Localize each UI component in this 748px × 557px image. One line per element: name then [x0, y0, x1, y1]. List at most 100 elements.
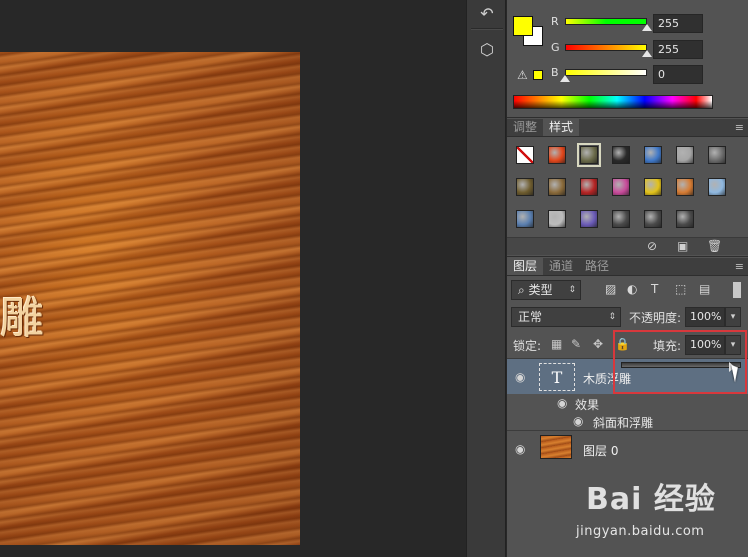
highlight-annotation-box: [613, 330, 747, 394]
clear-style-icon[interactable]: ⊘: [647, 239, 657, 253]
pattern-style-swatch[interactable]: [541, 203, 573, 235]
chevron-updown-icon: ⇕: [568, 285, 576, 295]
bevel-emboss-effect-row[interactable]: ◉ 斜面和浮雕: [507, 412, 748, 431]
purple-glow-style-swatch[interactable]: [573, 203, 605, 235]
effect-name: 斜面和浮雕: [593, 416, 654, 430]
gamut-correction-swatch[interactable]: [533, 70, 543, 80]
layer-effects-row[interactable]: ◉ 效果: [507, 394, 748, 413]
color-panel: R 255 G 255 B 0 ⚠: [507, 0, 748, 118]
red-style-swatch[interactable]: [573, 171, 605, 203]
blue-glass-style-swatch[interactable]: [637, 139, 669, 171]
tab-paths[interactable]: 路径: [579, 258, 615, 275]
lock-image-brush-icon[interactable]: ✎: [571, 337, 581, 351]
landscape-style-swatch[interactable]: [509, 203, 541, 235]
style-swatch-chip: [548, 178, 566, 196]
watermark-logo: Bai 经验: [586, 482, 716, 517]
layer-filter-row: ⌕ 类型 ⇕ ▨ ◐ T ⬚ ▤: [507, 278, 748, 304]
tab-layers[interactable]: 图层: [507, 258, 544, 275]
gray-style-swatch[interactable]: [669, 139, 701, 171]
olive-style-swatch[interactable]: [509, 171, 541, 203]
red-value-field[interactable]: 255: [653, 14, 703, 33]
blue-value-field[interactable]: 0: [653, 65, 703, 84]
3d-cube-icon[interactable]: ⬡: [473, 36, 501, 62]
image-filter-icon[interactable]: ▨: [605, 282, 616, 296]
green-slider-track[interactable]: [565, 44, 647, 51]
eye-icon[interactable]: ◉: [515, 370, 525, 384]
style-swatch-chip: [644, 146, 662, 164]
red-slider-thumb[interactable]: [642, 24, 652, 31]
style-swatch-grid: [509, 139, 726, 235]
trash-icon[interactable]: 🗑: [707, 239, 722, 253]
eye-icon[interactable]: ◉: [557, 396, 567, 410]
style-swatch-chip: [548, 210, 566, 228]
smart-object-filter-icon[interactable]: ▤: [699, 282, 710, 296]
image-layer-thumbnail[interactable]: [540, 435, 572, 459]
text-layer-thumbnail[interactable]: T: [539, 363, 575, 391]
style-swatch-chip: [516, 210, 534, 228]
layer-filter-dropdown[interactable]: ⌕ 类型 ⇕: [511, 280, 581, 300]
opacity-dropdown-button[interactable]: ▾: [725, 307, 741, 327]
panel-menu-icon[interactable]: ≡: [735, 119, 744, 136]
filter-toggle-switch[interactable]: [733, 282, 741, 298]
channel-label: G: [551, 41, 560, 54]
green-slider-thumb[interactable]: [642, 50, 652, 57]
blend-mode-label: 正常: [518, 310, 543, 324]
opacity-input[interactable]: 100%: [685, 307, 725, 327]
new-style-icon[interactable]: ▣: [677, 239, 688, 253]
color-row-r: R 255: [551, 14, 747, 34]
lock-transparency-icon[interactable]: ▦: [551, 337, 562, 351]
layer-name[interactable]: 图层 0: [583, 442, 618, 459]
lock-position-move-icon[interactable]: ✥: [593, 337, 603, 351]
layer-row-image[interactable]: ◉ 图层 0: [507, 430, 748, 466]
blue-slider-thumb[interactable]: [560, 75, 570, 82]
style-swatch-chip: [676, 146, 694, 164]
red-slider-track[interactable]: [565, 18, 647, 25]
tab-styles[interactable]: 样式: [543, 119, 580, 136]
filter-kind-label: 类型: [528, 283, 553, 297]
empty-style-swatch-2[interactable]: [637, 203, 669, 235]
style-swatch-chip: [644, 210, 662, 228]
baidu-jingyan-watermark: Bai 经验 jingyan.baidu.com: [576, 474, 746, 554]
history-icon[interactable]: ↶: [473, 0, 501, 26]
style-swatch-chip: [577, 143, 601, 167]
canvas-area[interactable]: 雕: [0, 0, 466, 557]
fire-style-swatch[interactable]: [541, 139, 573, 171]
style-swatch-chip: [548, 146, 566, 164]
foreground-color-swatch[interactable]: [513, 16, 533, 36]
empty-style-swatch-1[interactable]: [605, 203, 637, 235]
sky-style-swatch[interactable]: [701, 171, 733, 203]
effects-label: 效果: [575, 398, 600, 412]
eye-icon[interactable]: ◉: [573, 414, 583, 428]
green-value-field[interactable]: 255: [653, 40, 703, 59]
sunset-style-swatch[interactable]: [669, 171, 701, 203]
tab-adjustments[interactable]: 调整: [507, 119, 543, 136]
chevron-updown-icon: ⇕: [608, 312, 616, 322]
style-swatch-chip: [612, 178, 630, 196]
layers-panel-tabs: 图层 通道 路径 ≡: [507, 258, 748, 276]
color-row-b: B 0: [551, 65, 747, 85]
gold-style-swatch[interactable]: [637, 171, 669, 203]
color-spectrum-bar[interactable]: [513, 95, 713, 109]
rainbow-style-swatch[interactable]: [605, 171, 637, 203]
empty-style-swatch-3[interactable]: [669, 203, 701, 235]
type-filter-icon[interactable]: T: [651, 282, 658, 296]
panel-menu-icon[interactable]: ≡: [735, 258, 744, 275]
shape-filter-icon[interactable]: ⬚: [675, 282, 686, 296]
channel-label: R: [551, 15, 559, 28]
lock-label: 锁定:: [513, 339, 542, 353]
dark-bevel-style-swatch[interactable]: [701, 139, 733, 171]
none-style-swatch[interactable]: [509, 139, 541, 171]
style-swatch-chip: [580, 178, 598, 196]
search-icon: ⌕: [518, 283, 529, 297]
style-swatch-chip: [708, 178, 726, 196]
tab-channels[interactable]: 通道: [543, 258, 579, 275]
style-swatch-chip: [676, 178, 694, 196]
out-of-gamut-warning-icon[interactable]: ⚠: [517, 68, 528, 82]
chrome-button-style-swatch[interactable]: [605, 139, 637, 171]
blend-mode-dropdown[interactable]: 正常 ⇕: [511, 307, 621, 327]
blue-slider-track[interactable]: [565, 69, 647, 76]
eye-icon[interactable]: ◉: [515, 442, 525, 456]
adjustment-filter-icon[interactable]: ◐: [627, 282, 637, 296]
brown-style-swatch[interactable]: [541, 171, 573, 203]
frame-style-swatch[interactable]: [573, 139, 605, 171]
